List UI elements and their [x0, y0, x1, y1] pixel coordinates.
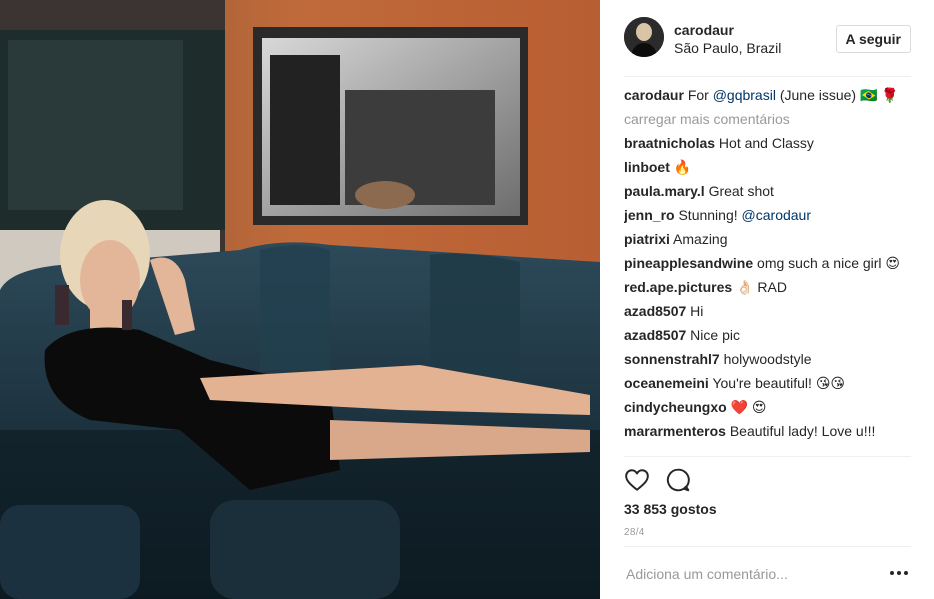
- follow-button[interactable]: A seguir: [835, 25, 911, 53]
- caption: carodaur For @gqbrasil (June issue) 🇧🇷 🌹: [624, 86, 911, 104]
- more-options-icon[interactable]: [890, 566, 908, 580]
- comment-username[interactable]: cindycheungxo: [624, 399, 727, 415]
- comment-text: ❤️ 😍: [730, 399, 767, 415]
- caption-username[interactable]: carodaur: [624, 87, 684, 103]
- comment-text: holywoodstyle: [723, 351, 812, 367]
- comment-username[interactable]: azad8507: [624, 327, 686, 343]
- comment-text: Great shot: [708, 183, 774, 199]
- comment-item: azad8507 Hi: [624, 302, 911, 320]
- heart-icon[interactable]: [624, 467, 650, 493]
- comment-username[interactable]: pineapplesandwine: [624, 255, 753, 271]
- comment-item: braatnicholas Hot and Classy: [624, 134, 911, 152]
- speech-bubble-icon[interactable]: [665, 467, 691, 493]
- likes-count[interactable]: 33 853 gostos: [624, 501, 717, 517]
- comment-text: Beautiful lady! Love u!!!: [729, 423, 876, 439]
- comment-item: oceanemeini You're beautiful! 😘😘: [624, 374, 911, 392]
- comment-item: mararmenteros Beautiful lady! Love u!!!: [624, 422, 911, 440]
- comment-text: Hi: [690, 303, 704, 319]
- comment-username[interactable]: paula.mary.l: [624, 183, 705, 199]
- comment-username[interactable]: braatnicholas: [624, 135, 715, 151]
- comment-text: Hot and Classy: [718, 135, 814, 151]
- comment-username[interactable]: jenn_ro: [624, 207, 675, 223]
- comment-mention[interactable]: @carodaur: [742, 207, 811, 223]
- comment-username[interactable]: red.ape.pictures: [624, 279, 732, 295]
- comment-text: omg such a nice girl 😍: [757, 255, 901, 271]
- comment-item: linboet 🔥: [624, 158, 911, 176]
- post-date[interactable]: 28/4: [624, 527, 645, 538]
- comment-username[interactable]: linboet: [624, 159, 670, 175]
- comment-item: piatrixi Amazing: [624, 230, 911, 248]
- comment-text: 👌🏻 RAD: [736, 279, 787, 295]
- comment-text: Stunning!: [678, 207, 738, 223]
- comments-list: carodaur For @gqbrasil (June issue) 🇧🇷 🌹…: [624, 86, 911, 456]
- caption-text-before: For: [687, 87, 713, 103]
- comment-username[interactable]: piatrixi: [624, 231, 670, 247]
- comment-text: Amazing: [673, 231, 728, 247]
- comment-text: You're beautiful! 😘😘: [712, 375, 846, 391]
- post-side-panel: carodaur São Paulo, Brazil A seguir caro…: [600, 0, 934, 599]
- photo-illustration: [0, 0, 600, 599]
- comment-item: red.ape.pictures 👌🏻 RAD: [624, 278, 911, 296]
- avatar-image: [624, 17, 664, 57]
- load-more-comments-link[interactable]: carregar mais comentários: [624, 110, 911, 128]
- comment-item: pineapplesandwine omg such a nice girl 😍: [624, 254, 911, 272]
- caption-mention[interactable]: @gqbrasil: [713, 87, 776, 103]
- post-header: carodaur São Paulo, Brazil A seguir: [624, 17, 911, 77]
- comment-item: azad8507 Nice pic: [624, 326, 911, 344]
- header-location[interactable]: São Paulo, Brazil: [674, 40, 781, 56]
- comment-item: sonnenstrahl7 holywoodstyle: [624, 350, 911, 368]
- comment-text: Nice pic: [690, 327, 740, 343]
- comment-item: cindycheungxo ❤️ 😍: [624, 398, 911, 416]
- avatar[interactable]: [624, 17, 664, 57]
- header-username[interactable]: carodaur: [674, 22, 734, 38]
- comment-username[interactable]: oceanemeini: [624, 375, 709, 391]
- comment-text: 🔥: [673, 159, 692, 175]
- caption-text-after: (June issue) 🇧🇷 🌹: [775, 87, 899, 103]
- comment-item: jenn_ro Stunning! @carodaur: [624, 206, 911, 224]
- comment-username[interactable]: azad8507: [624, 303, 686, 319]
- comment-username[interactable]: sonnenstrahl7: [624, 351, 720, 367]
- comment-username[interactable]: mararmenteros: [624, 423, 726, 439]
- add-comment-bar: [624, 546, 911, 599]
- comment-input[interactable]: [626, 563, 876, 585]
- comment-item: paula.mary.l Great shot: [624, 182, 911, 200]
- post-photo[interactable]: [0, 0, 600, 599]
- post-actions: 33 853 gostos 28/4: [624, 456, 911, 546]
